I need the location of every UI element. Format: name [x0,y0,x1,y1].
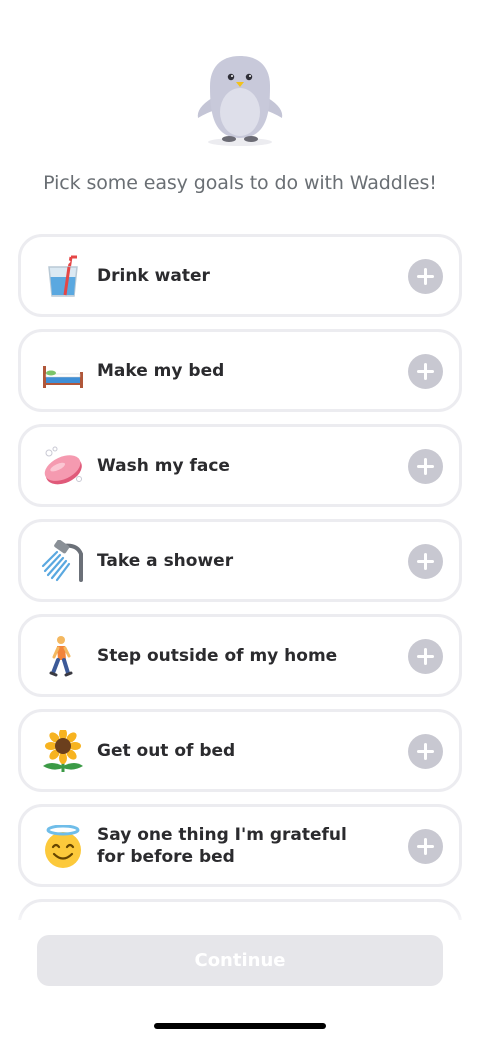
goal-label: Get out of bed [97,740,236,761]
goal-card-wash-my-face[interactable]: Wash my face [18,424,462,507]
goal-label: Drink water [97,265,210,286]
add-goal-button[interactable] [408,829,443,864]
goal-label: Take a shower [97,550,234,571]
sunflower-icon [43,730,83,772]
goal-label: Step outside of my home [97,645,338,666]
smiling-face-with-halo-icon [45,825,81,868]
add-goal-button[interactable] [408,259,443,294]
cup-with-straw-icon [48,255,78,297]
goal-card-drink-water[interactable]: Drink water [18,234,462,317]
add-goal-button[interactable] [408,639,443,674]
add-goal-button[interactable] [408,544,443,579]
goal-card-take-a-shower[interactable]: Take a shower [18,519,462,602]
goals-prompt-text: Pick some easy goals to do with Waddles! [43,172,437,194]
add-goal-button[interactable] [408,354,443,389]
bed-icon [43,366,83,388]
goal-label: Make my bed [97,360,225,381]
soap-icon [44,446,82,485]
goal-card-get-out-of-bed[interactable]: Get out of bed [18,709,462,792]
goal-card-step-outside[interactable]: Step outside of my home [18,614,462,697]
goal-card-make-my-bed[interactable]: Make my bed [18,329,462,412]
goal-card-grateful[interactable]: Say one thing I'm grateful for before be… [18,804,462,887]
continue-button[interactable]: Continue [37,935,443,986]
home-indicator [154,1023,326,1029]
person-walking-icon [49,636,73,677]
waddles-penguin-mascot [197,56,283,146]
add-goal-button[interactable] [408,734,443,769]
goal-label: Wash my face [97,455,230,476]
add-goal-button[interactable] [408,449,443,484]
goal-label: Say one thing I'm grateful for before be… [97,824,347,867]
shower-icon [41,540,83,582]
